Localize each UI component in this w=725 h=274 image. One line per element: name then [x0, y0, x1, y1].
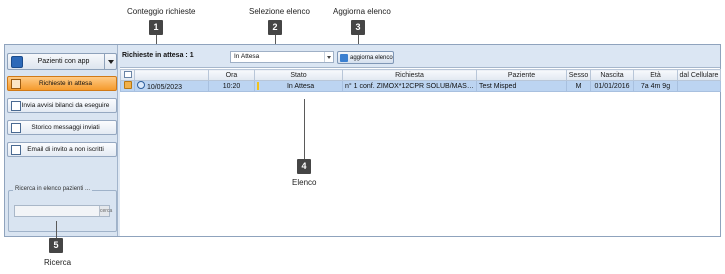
callout-number-1: 1 — [149, 20, 163, 35]
row-age: 7a 4m 9g — [633, 80, 678, 92]
email-icon — [11, 144, 21, 155]
row-request: n° 1 conf. ZIMOX*12CPR SOLUB/MAST ... — [342, 80, 477, 92]
sidebar-item-invia-avvisi[interactable]: Invia avvisi bilanci da eseguire — [7, 98, 117, 113]
row-status: In Attesa — [286, 82, 315, 90]
column-select-all[interactable] — [120, 69, 135, 81]
checkbox-icon — [11, 100, 21, 111]
row-edit-cell[interactable] — [120, 80, 135, 92]
row-sex: M — [566, 80, 591, 92]
callout-number-2: 2 — [268, 20, 282, 35]
row-date: 10/05/2023 — [146, 84, 182, 91]
row-patient: Test Misped — [476, 80, 567, 92]
sidebar-item-richieste-in-attesa[interactable]: Richieste in attesa — [7, 76, 117, 91]
callout-number-4: 4 — [297, 159, 311, 174]
callout-number-3: 3 — [351, 20, 365, 35]
chevron-down-icon[interactable] — [324, 52, 333, 62]
column-header-richiesta[interactable]: Richiesta — [342, 69, 477, 81]
list-selector[interactable]: In Attesa — [230, 51, 334, 63]
callout-label-ricerca: Ricerca — [44, 258, 72, 267]
refresh-list-button[interactable]: aggiorna elenco — [337, 51, 394, 64]
column-header-eta[interactable]: Età — [633, 69, 678, 81]
app-window: Pazienti con app Richieste in attesa Inv… — [4, 44, 721, 237]
list-selector-value: In Attesa — [234, 53, 260, 60]
app-icon — [11, 55, 23, 68]
column-header-sesso[interactable]: Sesso — [566, 69, 591, 81]
request-count: Richieste in attesa : 1 — [122, 52, 194, 59]
sidebar: Pazienti con app Richieste in attesa Inv… — [5, 45, 118, 236]
callout-line-5 — [56, 221, 57, 238]
profile-selector[interactable]: Pazienti con app — [7, 53, 117, 70]
patient-search-input[interactable]: cerca — [14, 205, 112, 217]
history-icon — [11, 122, 21, 133]
refresh-icon — [340, 53, 348, 62]
attachment-icon[interactable] — [137, 81, 145, 89]
status-indicator — [257, 82, 259, 90]
column-header-stato[interactable]: Stato — [254, 69, 343, 81]
column-header-data[interactable] — [134, 69, 209, 81]
row-birth: 01/01/2016 — [590, 80, 634, 92]
checkbox-icon[interactable] — [123, 70, 132, 78]
callout-label-conteggio: Conteggio richieste — [127, 7, 196, 16]
sidebar-item-label: Storico messaggi inviati — [31, 124, 100, 131]
refresh-list-label: aggiorna elenco — [350, 54, 393, 61]
main-panel: Richieste in attesa : 1 In Attesa aggior… — [120, 45, 721, 236]
column-header-ora[interactable]: Ora — [208, 69, 255, 81]
sidebar-item-email-invito[interactable]: Email di invito a non iscritti — [7, 142, 117, 157]
row-status-cell: In Attesa — [254, 80, 343, 92]
callout-label-aggiorna: Aggiorna elenco — [333, 7, 391, 16]
table-row[interactable]: 10/05/2023 10:20 In Attesa n° 1 conf. ZI… — [120, 80, 721, 92]
callout-number-5: 5 — [49, 238, 63, 253]
requests-table: Ora Stato Richiesta Paziente Sesso Nasci… — [120, 69, 721, 92]
patient-search-group: Ricerca in elenco pazienti ... cerca — [8, 186, 117, 232]
row-time: 10:20 — [208, 80, 255, 92]
table-header-row: Ora Stato Richiesta Paziente Sesso Nasci… — [120, 69, 721, 81]
row-date-cell: 10/05/2023 — [134, 80, 209, 92]
callout-label-selezione: Selezione elenco — [249, 7, 310, 16]
column-header-paziente[interactable]: Paziente — [476, 69, 567, 81]
callout-line-4 — [304, 99, 305, 159]
edit-icon[interactable] — [123, 81, 132, 89]
callout-label-elenco: Elenco — [292, 178, 317, 187]
column-header-nascita[interactable]: Nascita — [590, 69, 634, 81]
column-header-cellulare[interactable]: dal Cellulare — [677, 69, 721, 81]
document-icon — [11, 78, 21, 89]
chevron-down-icon[interactable] — [104, 54, 116, 69]
patient-search-title: Ricerca in elenco pazienti ... — [13, 186, 93, 192]
search-button[interactable]: cerca — [99, 206, 112, 216]
sidebar-item-label: Richieste in attesa — [38, 80, 93, 87]
toolbar: Richieste in attesa : 1 In Attesa aggior… — [120, 45, 720, 68]
sidebar-item-storico-messaggi[interactable]: Storico messaggi inviati — [7, 120, 117, 135]
sidebar-item-label: Email di invito a non iscritti — [27, 146, 104, 153]
row-from-mobile — [677, 80, 721, 92]
profile-selector-label: Pazienti con app — [37, 58, 90, 65]
sidebar-item-label: Invia avvisi bilanci da eseguire — [21, 102, 110, 109]
